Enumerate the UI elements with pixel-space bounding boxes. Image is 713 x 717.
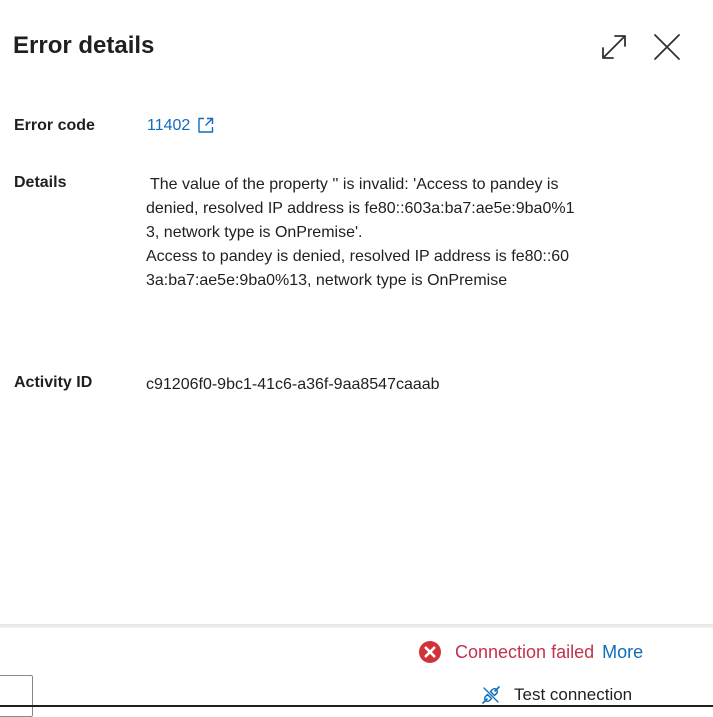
open-external-icon: [198, 117, 214, 133]
connection-status: Connection failed More: [418, 640, 643, 664]
connection-status-text: Connection failed: [455, 641, 595, 662]
details-line: The value of the property '' is invalid:…: [150, 176, 559, 193]
details-label: Details: [14, 174, 67, 191]
details-line: Access to pandey is denied, resolved IP …: [146, 248, 570, 265]
error-details-panel: Error details Error code 11402 Details T…: [0, 0, 713, 628]
test-connection-button[interactable]: Test connection: [480, 684, 632, 706]
expand-button[interactable]: [597, 30, 631, 64]
close-icon: [654, 34, 680, 60]
error-code-value: 11402: [147, 116, 191, 134]
details-line: 3a:ba7:ae5e:9ba0%13, network type is OnP…: [146, 272, 508, 289]
test-connection-label: Test connection: [514, 685, 633, 704]
panel-title: Error details: [13, 32, 155, 59]
details-line: denied, resolved IP address is fe80::603…: [146, 200, 575, 217]
activity-id-label: Activity ID: [14, 374, 93, 391]
more-link[interactable]: More: [602, 642, 643, 663]
error-code-label: Error code: [14, 117, 95, 134]
plug-connection-icon: [482, 686, 500, 704]
details-text: The value of the property '' is invalid:…: [146, 173, 676, 293]
error-code-link[interactable]: 11402: [147, 116, 215, 135]
close-button[interactable]: [650, 30, 684, 64]
activity-id-value: c91206f0-9bc1-41c6-a36f-9aa8547caaab: [146, 376, 440, 393]
error-circle-icon: [419, 641, 441, 663]
expand-icon: [602, 35, 626, 59]
details-line: 3, network type is OnPremise'.: [146, 224, 363, 241]
footer-bar: Connection failed More Test connection: [0, 628, 713, 717]
text-input[interactable]: [0, 675, 33, 717]
